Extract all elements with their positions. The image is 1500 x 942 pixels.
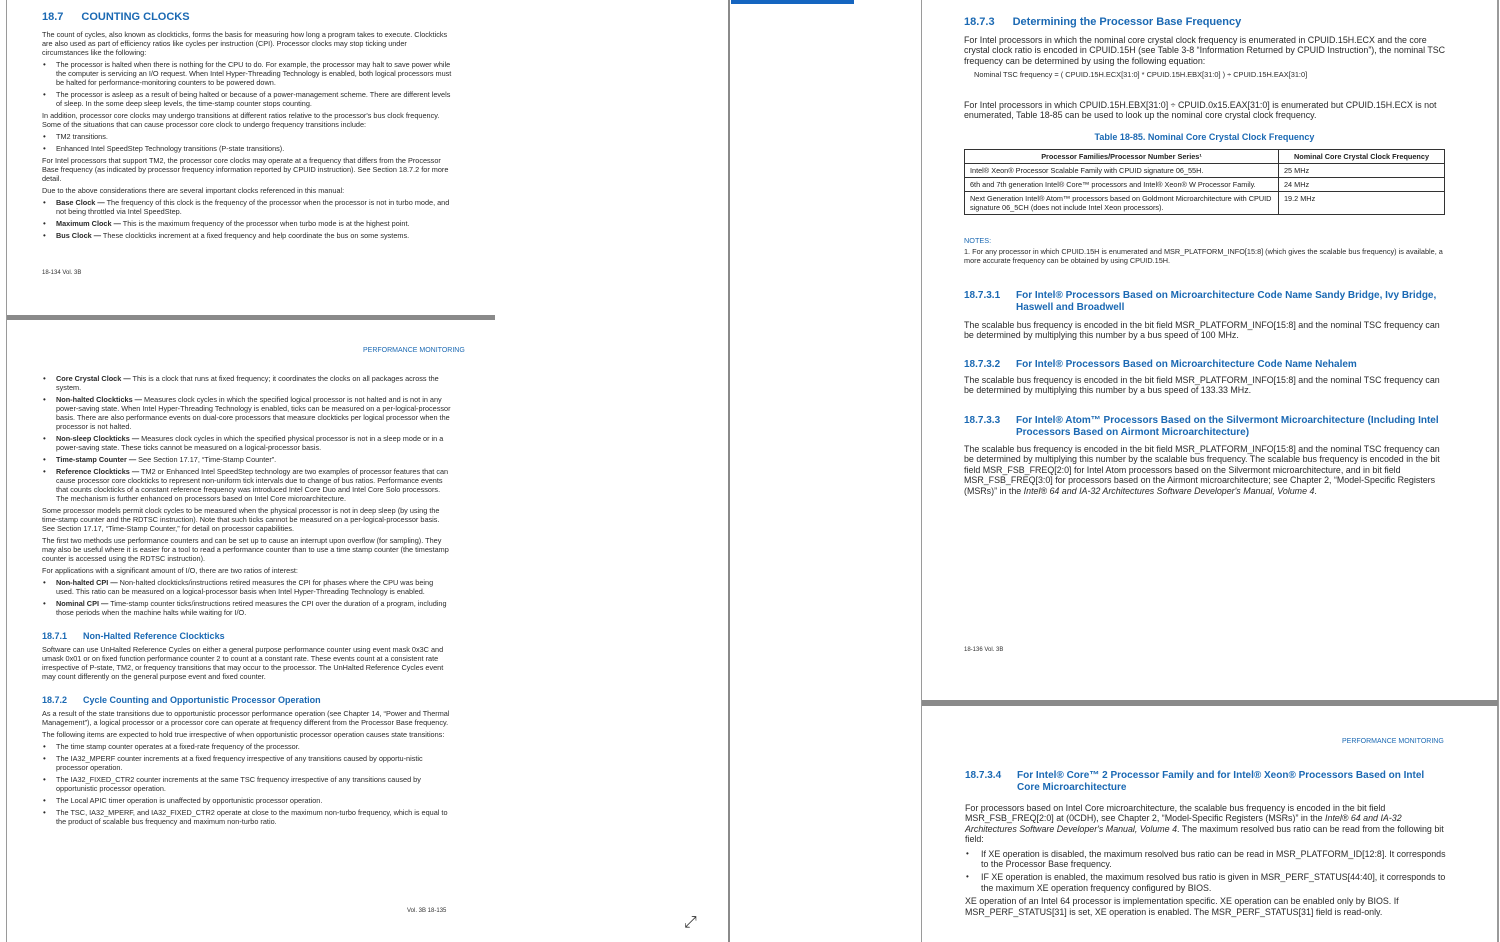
list-item: The IA32_FIXED_CTR2 counter increments a… [42,775,452,793]
section-heading-18-7-3-4: 18.7.3.4 For Intel® Core™ 2 Processor Fam… [965,770,1425,793]
section-heading-18-7-2: 18.7.2 Cycle Counting and Opportunistic P… [42,695,321,705]
list-item: Reference Clockticks — TM2 or Enhanced I… [42,467,452,503]
paragraph: In addition, processor core clocks may u… [42,111,440,129]
list-item: Bus Clock — These clockticks increment a… [42,231,452,240]
xe-bullets: If XE operation is disabled, the maximum… [965,849,1449,894]
table-cell: Intel® Xeon® Processor Scalable Family w… [964,163,1279,178]
right-document-pane[interactable]: 18.7.3 Determining the Processor Base Fre… [921,0,1500,942]
table-cell: 25 MHz [1278,163,1445,178]
section-heading-18-7-3-2: 18.7.3.2 For Intel® Processors Based on M… [964,359,1357,370]
transition-bullets: TM2 transitions. Enhanced Intel SpeedSte… [42,132,452,153]
list-item: Maximum Clock — This is the maximum freq… [42,219,452,228]
table-cell: 24 MHz [1278,177,1445,192]
paragraph: Software can use UnHalted Reference Cycl… [42,645,444,681]
section-heading-18-7-3: 18.7.3 Determining the Processor Base Fre… [964,16,1242,28]
table-note: 1. For any processor in which CPUID.15H … [964,247,1443,265]
notes-label: NOTES: [964,236,992,245]
paragraph: The scalable bus frequency is encoded in… [964,444,1440,496]
list-item: The IA32_MPERF counter increments at a f… [42,754,452,772]
table-cell: Next Generation Intel® Atom™ processors … [964,191,1279,215]
running-header: PERFORMANCE MONITORING [363,347,465,354]
paragraph: For Intel processors in which CPUID.15H.… [964,100,1437,121]
column-header: Nominal Core Crystal Clock Frequency [1278,149,1445,164]
paragraph: The first two methods use performance co… [42,536,449,563]
center-scroll-indicator[interactable] [731,0,854,4]
paragraph: Due to the above considerations there ar… [42,186,345,195]
table-cell: 6th and 7th generation Intel® Core™ proc… [964,177,1279,192]
table-row: Next Generation Intel® Atom™ processors … [964,191,1445,215]
cpi-bullets: Non-halted CPI — Non-halted clockticks/i… [42,578,452,617]
paragraph: For Intel processors that support TM2, t… [42,156,449,183]
list-item: IF XE operation is enabled, the maximum … [965,872,1449,893]
list-item: The processor is asleep as a result of b… [42,90,452,108]
table-cell: 19.2 MHz [1278,191,1445,215]
intro-paragraph: The count of cycles, also known as clock… [42,30,448,57]
list-item: Nominal CPI — Time-stamp counter ticks/i… [42,599,452,617]
left-document-pane[interactable]: 18.7 COUNTING CLOCKS The count of cycles,… [0,0,730,942]
pane-right-edge [728,0,730,942]
page-18-137: PERFORMANCE MONITORING 18.7.3.4 For Intel… [922,706,1497,942]
page-footer: 18-136 Vol. 3B [964,647,1004,653]
list-item: The time stamp counter operates at a fix… [42,742,452,751]
page-left-edge [6,0,7,942]
list-item: The TSC, IA32_MPERF, and IA32_FIXED_CTR2… [42,808,452,826]
tsc-equation: Nominal TSC frequency = ( CPUID.15H.ECX[… [974,70,1308,80]
table-caption: Table 18-85. Nominal Core Crystal Clock … [1094,132,1315,142]
halt-bullets: The processor is halted when there is no… [42,60,452,108]
list-item: Non-sleep Clockticks — Measures clock cy… [42,434,452,452]
table-row: Intel® Xeon® Processor Scalable Family w… [964,163,1445,178]
table-header-row: Processor Families/Processor Number Seri… [964,149,1445,164]
list-item: Time-stamp Counter — See Section 17.17, … [42,455,452,464]
list-item: Base Clock — The frequency of this clock… [42,198,452,216]
list-item: Enhanced Intel SpeedStep Technology tran… [42,144,452,153]
paragraph: For applications with a significant amou… [42,566,298,575]
list-item: Non-halted Clockticks — Measures clock c… [42,395,452,431]
paragraph: For Intel processors in which the nomina… [964,35,1446,66]
section-heading-18-7-3-3: 18.7.3.3 For Intel® Atom™ Processors Base… [964,415,1439,438]
page-footer: 18-134 Vol. 3B [42,270,82,276]
list-item: If XE operation is disabled, the maximum… [965,849,1449,870]
paragraph: The following items are expected to hold… [42,730,445,739]
list-item: Non-halted CPI — Non-halted clockticks/i… [42,578,452,596]
page-18-136: 18.7.3 Determining the Processor Base Fre… [922,0,1497,700]
paragraph: The scalable bus frequency is encoded in… [964,320,1440,341]
resize-icon[interactable]: ⤢ [684,914,697,932]
page-right-edge [1497,0,1499,942]
column-header: Processor Families/Processor Number Seri… [964,149,1279,164]
paragraph: For processors based on Intel Core micro… [965,803,1444,845]
section-heading-18-7: 18.7 COUNTING CLOCKS [42,11,190,23]
running-header: PERFORMANCE MONITORING [1342,738,1444,745]
list-item: The processor is halted when there is no… [42,60,452,87]
invariant-bullets: The time stamp counter operates at a fix… [42,742,452,826]
list-item: TM2 transitions. [42,132,452,141]
crystal-clock-table: Processor Families/Processor Number Seri… [964,149,1445,215]
paragraph: As a result of the state transitions due… [42,709,450,727]
paragraph: Some processor models permit clock cycle… [42,506,440,533]
clock-bullets: Base Clock — The frequency of this clock… [42,198,452,240]
section-heading-18-7-1: 18.7.1 Non-Halted Reference Clockticks [42,631,225,641]
page-18-134: 18.7 COUNTING CLOCKS The count of cycles,… [6,0,495,314]
list-item: Core Crystal Clock — This is a clock tha… [42,374,452,392]
section-heading-18-7-3-1: 18.7.3.1 For Intel® Processors Based on M… [964,290,1437,313]
clock-type-bullets: Core Crystal Clock — This is a clock tha… [42,374,452,503]
page-footer: Vol. 3B 18-135 [407,908,447,914]
page-18-135: PERFORMANCE MONITORING Core Crystal Cloc… [6,320,495,942]
list-item: The Local APIC timer operation is unaffe… [42,796,452,805]
paragraph: The scalable bus frequency is encoded in… [964,375,1440,396]
table-row: 6th and 7th generation Intel® Core™ proc… [964,177,1445,192]
paragraph: XE operation of an Intel 64 processor is… [965,896,1399,917]
